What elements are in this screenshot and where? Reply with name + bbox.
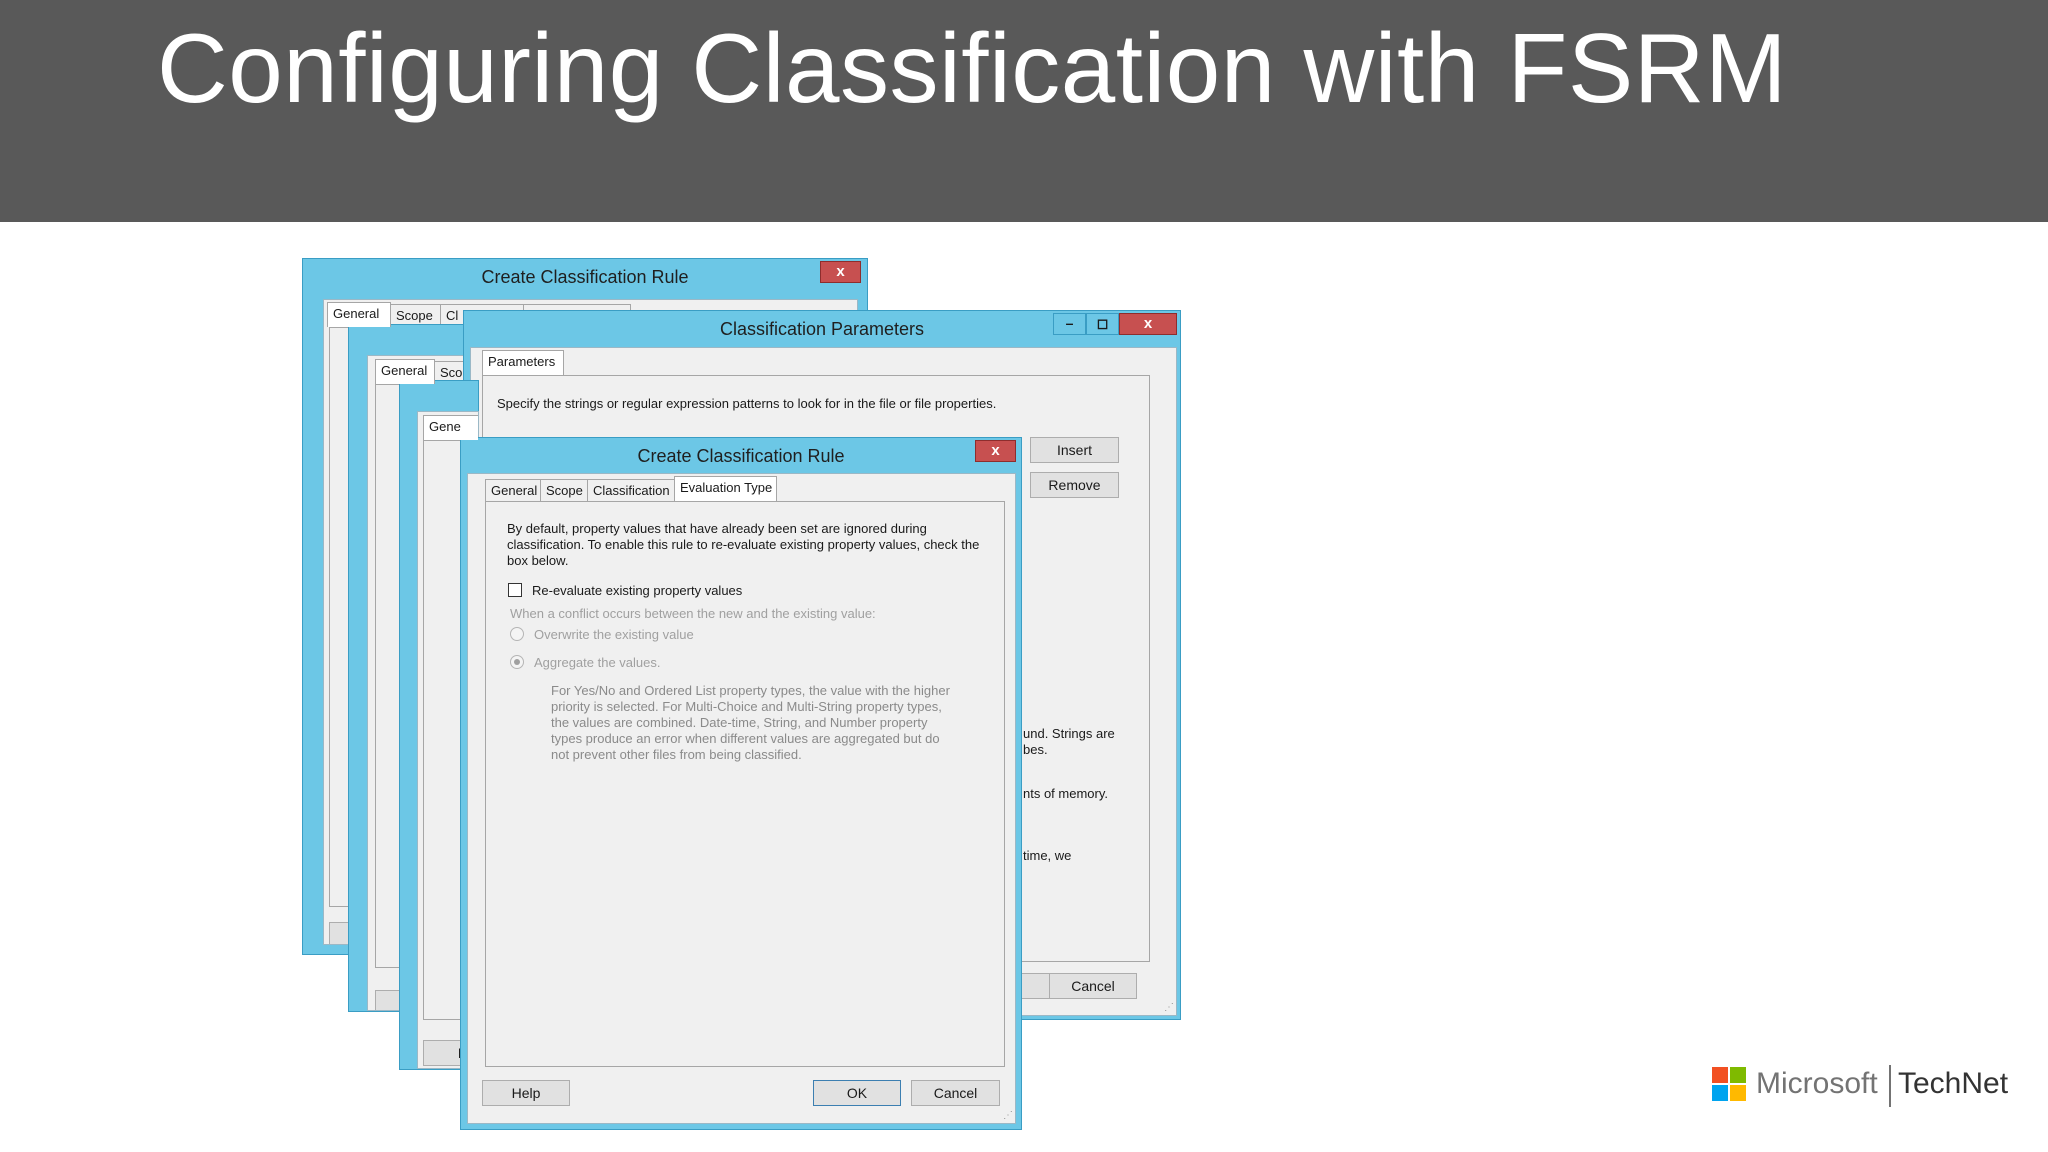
slide-title: Configuring Classification with FSRM bbox=[157, 13, 1788, 123]
aggregate-radio[interactable] bbox=[510, 655, 524, 669]
close-button[interactable]: x bbox=[820, 261, 861, 283]
cancel-button[interactable]: Cancel bbox=[911, 1080, 1000, 1106]
resize-grip-icon[interactable]: ⋰ bbox=[1003, 1110, 1013, 1121]
help-button[interactable]: Help bbox=[482, 1080, 570, 1106]
tab-classification[interactable]: Classification bbox=[587, 479, 675, 501]
reevaluate-label[interactable]: Re-evaluate existing property values bbox=[532, 583, 742, 599]
ok-button[interactable]: OK bbox=[813, 1080, 901, 1106]
microsoft-technet-logo: Microsoft TechNet bbox=[1712, 1065, 2012, 1107]
conflict-label: When a conflict occurs between the new a… bbox=[510, 606, 876, 621]
parameters-description: Specify the strings or regular expressio… bbox=[497, 396, 997, 411]
maximize-button[interactable]: ◻ bbox=[1086, 313, 1119, 335]
rule-window-front[interactable]: Create Classification Rule x General Sco… bbox=[460, 437, 1022, 1130]
cancel-button[interactable]: Cancel bbox=[1049, 973, 1137, 999]
evaluation-intro: By default, property values that have al… bbox=[507, 521, 980, 568]
reevaluate-checkbox[interactable] bbox=[508, 583, 522, 597]
logo-divider bbox=[1889, 1065, 1891, 1107]
logo-square-red bbox=[1712, 1067, 1728, 1083]
close-button[interactable]: x bbox=[975, 440, 1016, 462]
insert-button[interactable]: Insert bbox=[1030, 437, 1119, 463]
tab-general[interactable]: General bbox=[485, 479, 541, 501]
logo-square-blue bbox=[1712, 1085, 1728, 1101]
window-client: General Scope Classification Evaluation … bbox=[467, 473, 1016, 1124]
tab-parameters[interactable]: Parameters bbox=[482, 350, 564, 375]
technet-wordmark: TechNet bbox=[1898, 1067, 2009, 1100]
aggregate-label[interactable]: Aggregate the values. bbox=[534, 655, 660, 671]
minimize-button[interactable]: – bbox=[1053, 313, 1086, 335]
resize-grip-icon[interactable]: ⋰ bbox=[1164, 1002, 1174, 1013]
tab-evaluation-type[interactable]: Evaluation Type bbox=[674, 476, 777, 501]
tab-general[interactable]: General bbox=[375, 359, 435, 384]
overwrite-radio[interactable] bbox=[510, 627, 524, 641]
parameters-text-partial: time, we bbox=[1023, 848, 1072, 863]
parameters-text-partial: nts of memory. bbox=[1023, 786, 1109, 801]
parameters-text-partial: bes. bbox=[1023, 742, 1048, 757]
logo-square-yellow bbox=[1730, 1085, 1746, 1101]
evaluation-type-panel: By default, property values that have al… bbox=[485, 501, 1005, 1067]
remove-button[interactable]: Remove bbox=[1030, 472, 1119, 498]
tab-scope[interactable]: Scope bbox=[540, 479, 588, 501]
aggregate-help: For Yes/No and Ordered List property typ… bbox=[551, 683, 950, 762]
logo-square-green bbox=[1730, 1067, 1746, 1083]
tab-scope[interactable]: Scope bbox=[390, 304, 441, 326]
parameters-text-partial: und. Strings are bbox=[1023, 726, 1115, 741]
slide-header: Configuring Classification with FSRM bbox=[0, 0, 2048, 222]
close-button[interactable]: x bbox=[1119, 313, 1177, 335]
overwrite-label[interactable]: Overwrite the existing value bbox=[534, 627, 694, 643]
microsoft-wordmark: Microsoft bbox=[1756, 1067, 1878, 1100]
tab-general[interactable]: General bbox=[327, 302, 391, 327]
window-title: Create Classification Rule bbox=[481, 267, 689, 287]
tab-general[interactable]: Gene bbox=[423, 415, 478, 440]
window-title: Create Classification Rule bbox=[637, 446, 845, 466]
